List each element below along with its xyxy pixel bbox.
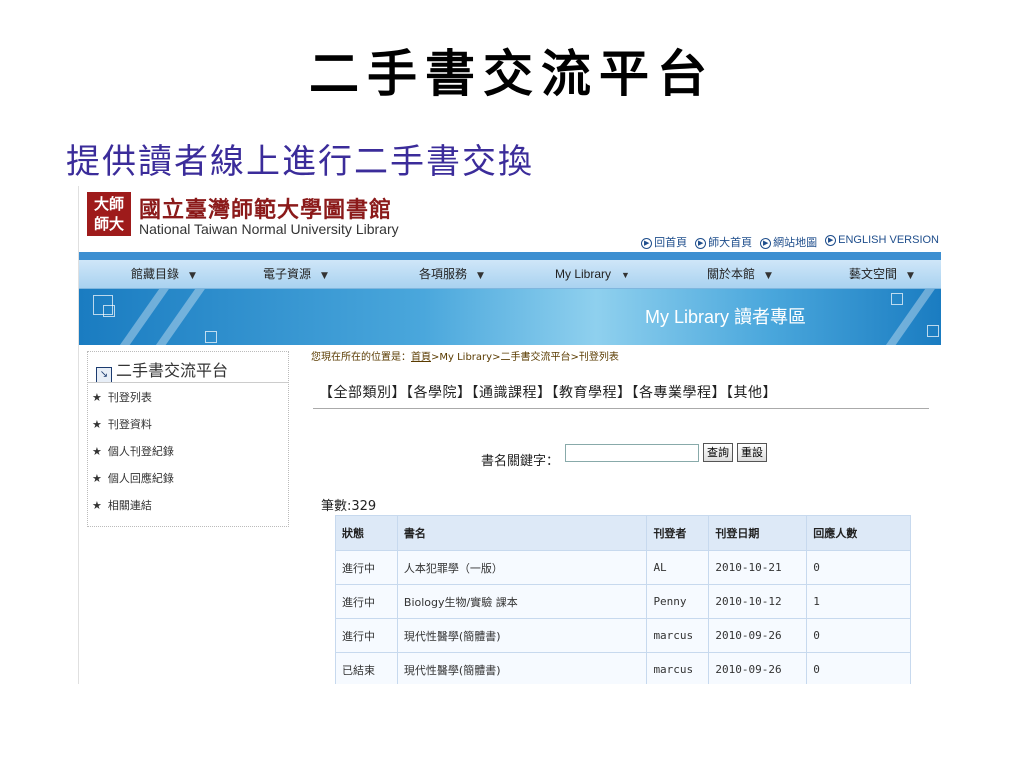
cell-book-title-link[interactable]: 現代性醫學(簡體書) [396,652,648,684]
banner-title: My Library 讀者專區 [645,307,807,327]
sidebar-item-listings[interactable]: ★ 刊登列表 [92,389,152,405]
search-label: 書名關鍵字： [481,454,560,469]
cell-poster: AL [646,550,710,585]
decor-square [205,331,217,343]
slide-title: 二手書交流平台 [309,44,715,103]
caret-down-icon: ▼ [477,271,484,281]
cell-responses: 0 [806,550,911,585]
arrow-box-icon: ↘ [96,367,112,383]
cell-date: 2010-10-12 [708,584,808,619]
star-icon: ★ [92,445,102,458]
main-nav: 館藏目錄 ▼ 電子資源 ▼ 各項服務 ▼ My Library ▼ 關於本館 ▼ 藝文空間… [79,260,941,289]
nav-catalog[interactable]: 館藏目錄 ▼ [131,260,196,288]
table-row: 進行中 人本犯罪學（一版） AL 2010-10-21 0 [335,550,911,585]
arrow-circle-icon: ▶ [695,238,707,249]
sidebar-item-my-replies[interactable]: ★ 個人回應紀錄 [92,470,174,486]
star-icon: ★ [92,391,102,404]
nav-services[interactable]: 各項服務 ▼ [419,260,484,288]
nav-e-resources[interactable]: 電子資源 ▼ [263,260,328,288]
library-screenshot: 大師 師大 國立臺灣師範大學圖書館 National Taiwan Normal … [78,186,941,684]
table-row: 已結束 現代性醫學(簡體書) marcus 2010-09-26 0 [335,652,911,684]
caret-down-icon: ▼ [189,271,196,281]
logo-english-name: National Taiwan Normal University Librar… [139,221,399,237]
top-link-university[interactable]: ▶ 師大首頁 [695,234,752,250]
sidebar-divider [88,382,288,383]
column-header-title: 書名 [396,515,648,551]
cell-responses: 1 [806,584,911,619]
sidebar-item-my-posts[interactable]: ★ 個人刊登紀錄 [92,443,174,459]
breadcrumb-home-link[interactable]: 首頁 [411,352,431,363]
star-icon: ★ [92,472,102,485]
top-link-sitemap[interactable]: ▶ 網站地圖 [760,234,817,250]
caret-down-icon: ▼ [621,270,630,280]
sidebar-item-post-data[interactable]: ★ 刊登資料 [92,416,152,432]
cell-poster: marcus [646,618,710,653]
cell-book-title-link[interactable]: 現代性醫學(簡體書) [396,618,648,653]
table-header-row: 狀態 書名 刊登者 刊登日期 回應人數 [335,515,911,551]
header-bar [79,252,941,260]
cell-responses: 0 [806,618,911,653]
sidebar-heading[interactable]: ↘ 二手書交流平台 [96,357,228,383]
top-links: ▶ 回首頁 ▶ 師大首頁 ▶ 網站地圖 ▶ ENGLISH VERSION [641,234,939,250]
decor-square [927,325,939,337]
caret-down-icon: ▼ [321,271,328,281]
top-link-english[interactable]: ▶ ENGLISH VERSION [825,234,939,250]
divider [313,408,929,409]
listing-table: 狀態 書名 刊登者 刊登日期 回應人數 進行中 人本犯罪學（一版） AL 201… [335,515,911,684]
table-row: 進行中 Biology生物/實驗 課本 Penny 2010-10-12 1 [335,584,911,619]
cell-book-title-link[interactable]: 人本犯罪學（一版） [396,550,648,585]
sidebar-item-related-links[interactable]: ★ 相關連結 [92,497,152,513]
reset-button[interactable]: 重設 [737,443,767,462]
query-button[interactable]: 查詢 [703,443,733,462]
cell-status: 進行中 [335,550,398,585]
arrow-circle-icon: ▶ [825,235,837,246]
cell-date: 2010-09-26 [708,652,808,684]
category-filter[interactable]: 【全部類別】【各學院】【通識課程】【教育學程】【各專業學程】【其他】 [319,382,777,402]
cell-status: 進行中 [335,584,398,619]
record-count: 筆數:329 [321,499,377,514]
slide-subtitle: 提供讀者線上進行二手書交換 [66,142,534,182]
arrow-circle-icon: ▶ [641,238,653,249]
nav-about[interactable]: 關於本館 ▼ [707,260,772,288]
column-header-date: 刊登日期 [708,515,808,551]
cell-book-title-link[interactable]: Biology生物/實驗 課本 [396,584,648,619]
star-icon: ★ [92,418,102,431]
decor-square [103,305,115,317]
cell-responses: 0 [806,652,911,684]
cell-poster: marcus [646,652,710,684]
nav-arts[interactable]: 藝文空間 ▼ [849,260,914,288]
decor-square [891,293,903,305]
caret-down-icon: ▼ [765,271,772,281]
column-header-responses: 回應人數 [806,515,911,551]
top-link-home[interactable]: ▶ 回首頁 [641,234,687,250]
cell-date: 2010-09-26 [708,618,808,653]
logo-chinese-name: 國立臺灣師範大學圖書館 [139,197,393,223]
logo-emblem: 大師 師大 [87,192,131,236]
cell-status: 已結束 [335,652,398,684]
nav-my-library[interactable]: My Library ▼ [555,260,630,288]
library-logo[interactable]: 大師 師大 國立臺灣師範大學圖書館 National Taiwan Normal … [87,190,687,242]
cell-date: 2010-10-21 [708,550,808,585]
sidebar: ↘ 二手書交流平台 ★ 刊登列表 ★ 刊登資料 ★ 個人刊登紀錄 ★ 個人回應紀錄 ★ 相關… [87,351,289,527]
column-header-status: 狀態 [335,515,398,551]
cell-status: 進行中 [335,618,398,653]
page-banner: My Library 讀者專區 [79,289,941,345]
caret-down-icon: ▼ [907,271,914,281]
column-header-poster: 刊登者 [646,515,710,551]
star-icon: ★ [92,499,102,512]
title-keyword-input[interactable] [565,444,699,462]
cell-poster: Penny [646,584,710,619]
arrow-circle-icon: ▶ [760,238,772,249]
table-row: 進行中 現代性醫學(簡體書) marcus 2010-09-26 0 [335,618,911,653]
breadcrumb: 您現在所在的位置是：首頁>My Library>二手書交流平台>刊登列表 [311,352,619,363]
